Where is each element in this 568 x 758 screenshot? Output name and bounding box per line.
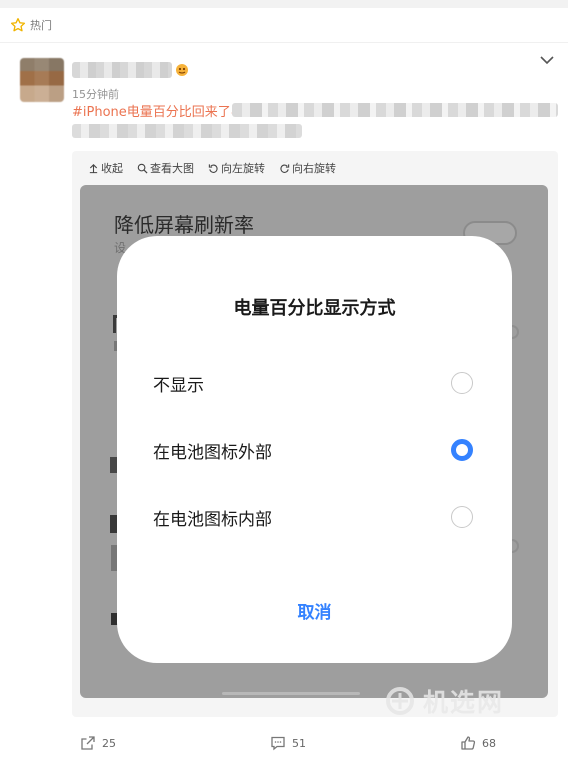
option-hide[interactable]: 不显示 xyxy=(153,366,473,400)
option-inside-battery[interactable]: 在电池图标内部 xyxy=(153,500,473,534)
radio-checked[interactable] xyxy=(451,439,473,461)
arrow-up-icon xyxy=(89,163,98,173)
watermark: 机选网 xyxy=(385,682,555,720)
battery-percentage-dialog: 电量百分比显示方式 不显示 在电池图标外部 在电池图标内部 取消 xyxy=(117,236,512,663)
watermark-logo-icon xyxy=(386,687,414,715)
image-toolbar: 收起 查看大图 向左旋转 向右旋转 xyxy=(88,159,336,177)
thumbs-up-icon xyxy=(461,736,476,750)
like-count: 68 xyxy=(482,736,496,750)
rotate-right-label: 向右旋转 xyxy=(292,162,336,175)
cancel-button[interactable]: 取消 xyxy=(117,598,512,623)
view-large-button[interactable]: 查看大图 xyxy=(137,160,194,176)
comment-button[interactable]: 51 xyxy=(270,735,306,751)
post-actions: 25 51 68 xyxy=(0,735,568,755)
vip-badge-icon xyxy=(176,64,188,76)
avatar[interactable] xyxy=(20,58,64,102)
collapse-label: 收起 xyxy=(101,162,123,175)
background-scroll-indicator xyxy=(222,692,360,695)
chevron-down-icon[interactable] xyxy=(540,55,554,65)
view-large-label: 查看大图 xyxy=(150,162,194,175)
collapse-button[interactable]: 收起 xyxy=(88,160,123,176)
post-text-blurred-1 xyxy=(232,103,558,117)
share-icon xyxy=(81,736,95,750)
rotate-left-icon xyxy=(208,163,218,173)
background-setting-title: 降低屏幕刷新率 xyxy=(114,213,254,237)
share-button[interactable]: 25 xyxy=(80,735,116,751)
radio-unchecked[interactable] xyxy=(451,506,473,528)
post-text: #iPhone电量百分比回来了# xyxy=(72,101,242,120)
star-icon xyxy=(10,18,26,32)
comment-count: 51 xyxy=(292,736,306,750)
username-blurred[interactable] xyxy=(72,62,172,78)
rotate-left-label: 向左旋转 xyxy=(221,162,265,175)
rotate-right-icon xyxy=(280,163,290,173)
like-button[interactable]: 68 xyxy=(460,735,496,751)
hot-section-label: 热门 xyxy=(30,19,52,32)
comment-icon xyxy=(271,736,285,751)
rotate-left-button[interactable]: 向左旋转 xyxy=(208,160,265,176)
watermark-text: 机选网 xyxy=(423,688,505,717)
radio-unchecked[interactable] xyxy=(451,372,473,394)
share-count: 25 xyxy=(102,736,116,750)
hot-section-header: 热门 xyxy=(10,16,52,34)
search-icon xyxy=(137,163,148,174)
section-divider xyxy=(0,42,568,43)
option-label: 在电池图标外部 xyxy=(153,442,272,463)
post-text-blurred-2 xyxy=(72,124,302,138)
option-label: 不显示 xyxy=(153,375,204,396)
top-divider-strip xyxy=(0,0,568,8)
hashtag-link[interactable]: #iPhone电量百分比回来了# xyxy=(72,101,242,120)
rotate-right-button[interactable]: 向右旋转 xyxy=(279,160,336,176)
option-outside-battery[interactable]: 在电池图标外部 xyxy=(153,433,473,467)
dialog-title: 电量百分比显示方式 xyxy=(233,298,396,319)
option-label: 在电池图标内部 xyxy=(153,509,272,530)
